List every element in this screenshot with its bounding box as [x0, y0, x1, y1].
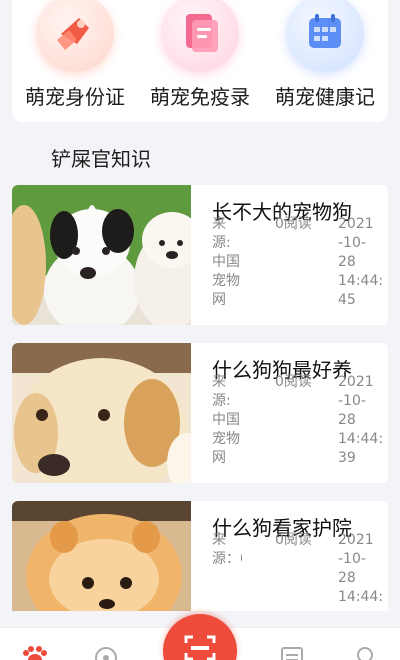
article-thumbnail	[12, 185, 191, 325]
article-card[interactable]: 什么狗看家护院 来 源：0 0阅读 2021 -10-28 14:44: 36	[12, 501, 388, 611]
paw-icon[interactable]	[20, 646, 50, 660]
article-source: 来 源: 中国 宠物 网	[212, 374, 240, 466]
article-timestamp: 2021 -10-28 14:44: 45	[338, 216, 382, 308]
article-thumbnail	[12, 501, 191, 611]
shortcut-vaccine[interactable]: 萌宠免疫录	[137, 0, 263, 122]
pet-id-card-icon	[36, 0, 114, 72]
shortcut-card: 萌宠身份证 萌宠免疫录 萌宠健康记	[12, 0, 388, 122]
scan-button[interactable]	[163, 614, 237, 660]
profile-icon[interactable]	[350, 646, 380, 660]
article-read-count: 0阅读	[275, 532, 312, 548]
health-calendar-icon	[286, 0, 364, 72]
shortcut-label: 萌宠健康记	[275, 85, 375, 109]
article-source: 来 源: 中国 宠物 网	[212, 216, 240, 308]
shortcut-health[interactable]: 萌宠健康记	[262, 0, 388, 122]
article-read-count: 0阅读	[275, 374, 312, 390]
article-card[interactable]: 长不大的宠物狗 来 源: 中国 宠物 网 0阅读 2021 -10-28 14:…	[12, 185, 388, 325]
vaccine-record-icon	[161, 0, 239, 72]
article-card[interactable]: 什么狗狗最好养 来 源: 中国 宠物 网 0阅读 2021 -10-28 14:…	[12, 343, 388, 483]
article-read-count: 0阅读	[275, 216, 312, 232]
compass-icon[interactable]	[91, 646, 121, 660]
shortcut-pet-id[interactable]: 萌宠身份证	[12, 0, 138, 122]
article-thumbnail	[12, 343, 191, 483]
article-source: 来 源：0	[212, 532, 242, 567]
scan-icon	[184, 635, 216, 660]
shortcut-label: 萌宠免疫录	[150, 85, 250, 109]
list-icon[interactable]	[277, 646, 307, 660]
article-timestamp: 2021 -10-28 14:44: 36	[338, 532, 382, 605]
shortcut-label: 萌宠身份证	[25, 85, 125, 109]
section-title: 铲屎官知识	[51, 147, 151, 171]
article-timestamp: 2021 -10-28 14:44: 39	[338, 374, 382, 466]
